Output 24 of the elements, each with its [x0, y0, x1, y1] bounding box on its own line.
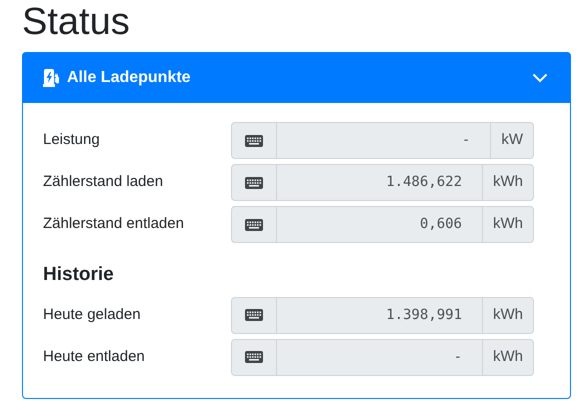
page-title: Status [21, 0, 131, 42]
keyboard-icon [245, 176, 263, 188]
field-label: Zählerstand laden [43, 172, 164, 192]
keyboard-icon [245, 309, 263, 321]
value-field: - [277, 123, 490, 158]
value-field: 0,606 [277, 207, 482, 242]
section-heading: Historie [43, 263, 115, 287]
unit-label: kWh [482, 298, 533, 332]
unit-label: kW [490, 123, 533, 158]
field-label: Heute entladen [43, 346, 146, 367]
keyboard-icon [245, 218, 263, 230]
unit-label: kWh [482, 340, 533, 374]
field-label: Leistung [43, 130, 101, 150]
keyboard-icon [245, 134, 263, 146]
card-header[interactable]: Alle Ladepunkte [23, 53, 570, 103]
value-field: - [277, 340, 482, 374]
keyboard-icon [245, 351, 263, 363]
unit-label: kWh [482, 165, 533, 200]
value-field: 1.486,622 [277, 165, 482, 200]
field-label: Zählerstand entladen [43, 214, 185, 234]
card-title: Alle Ladepunkte [67, 68, 191, 88]
value-field: 1.398,991 [277, 298, 482, 332]
unit-label: kWh [482, 207, 533, 242]
field-label: Heute geladen [43, 304, 142, 325]
